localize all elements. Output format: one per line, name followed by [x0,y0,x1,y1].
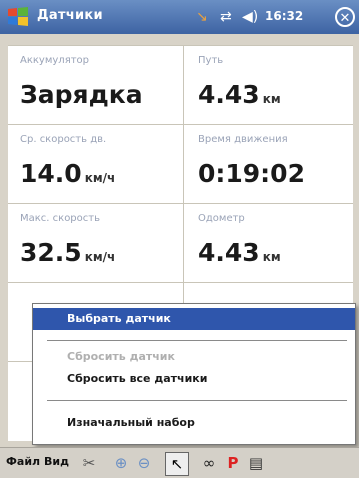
parking-icon[interactable]: P [222,452,244,474]
glasses-icon[interactable]: ∞ [198,452,220,474]
sensor-label: Ср. скорость дв. [20,134,107,145]
menu-item-select-sensor[interactable]: Выбрать датчик [33,308,355,330]
window-title: Датчики [37,8,103,23]
sensor-label: Время движения [198,134,288,145]
sensor-label: Макс. скорость [20,213,100,224]
sensor-value: 4.43 км [198,238,281,267]
sensor-cell-distance[interactable]: Путь 4.43 км [186,46,353,124]
cursor-icon[interactable]: ↖ [165,452,189,476]
bottom-toolbar: Файл Вид ✂ ⊕ ⊖ ↖ ∞ P ▤ [0,447,359,478]
close-button[interactable]: ✕ [335,7,355,27]
connectivity-icon[interactable]: ⇄ [220,9,232,25]
sensor-value: Зарядка [20,80,143,109]
gps-signal-icon[interactable]: ↘ [196,9,208,25]
view-menu-button[interactable]: Вид [44,455,69,468]
sensor-row: Ср. скорость дв. 14.0 км/ч Время движения… [8,125,353,204]
sensor-row: Аккумулятор Зарядка Путь 4.43 км [8,46,353,125]
menu-separator [47,340,347,341]
sensor-value: 0:19:02 [198,159,305,188]
sensor-cell-battery[interactable]: Аккумулятор Зарядка [8,46,184,124]
start-menu-icon[interactable] [6,5,30,29]
title-bar: Датчики ↘ ⇄ ◀) 16:32 ✕ [0,0,359,34]
clock[interactable]: 16:32 [265,9,303,23]
sensor-label: Путь [198,55,224,66]
sensor-value: 4.43 км [198,80,281,109]
tools-icon[interactable]: ✂ [78,452,100,474]
sensor-value: 32.5 км/ч [20,238,116,267]
sensor-cell-moving-time[interactable]: Время движения 0:19:02 [186,125,353,203]
close-icon: ✕ [339,11,351,26]
sensor-cell-avg-speed[interactable]: Ср. скорость дв. 14.0 км/ч [8,125,184,203]
menu-item-reset-sensor[interactable]: Сбросить датчик [33,346,355,368]
menu-separator [47,400,347,401]
menu-item-reset-all-sensors[interactable]: Сбросить все датчики [33,368,355,390]
file-menu-button[interactable]: Файл [6,455,40,468]
context-menu: Выбрать датчик Сбросить датчик Сбросить … [32,303,356,445]
volume-icon[interactable]: ◀) [242,9,258,25]
sensor-row: Макс. скорость 32.5 км/ч Одометр 4.43 км [8,204,353,283]
sensor-cell-max-speed[interactable]: Макс. скорость 32.5 км/ч [8,204,184,282]
sensor-value: 14.0 км/ч [20,159,116,188]
sensor-label: Одометр [198,213,245,224]
keyboard-icon[interactable]: ▤ [245,452,267,474]
sensor-label: Аккумулятор [20,55,89,66]
sensor-cell-odometer[interactable]: Одометр 4.43 км [186,204,353,282]
menu-item-default-set[interactable]: Изначальный набор [33,412,355,434]
zoom-out-icon[interactable]: ⊖ [133,452,155,474]
zoom-in-icon[interactable]: ⊕ [110,452,132,474]
